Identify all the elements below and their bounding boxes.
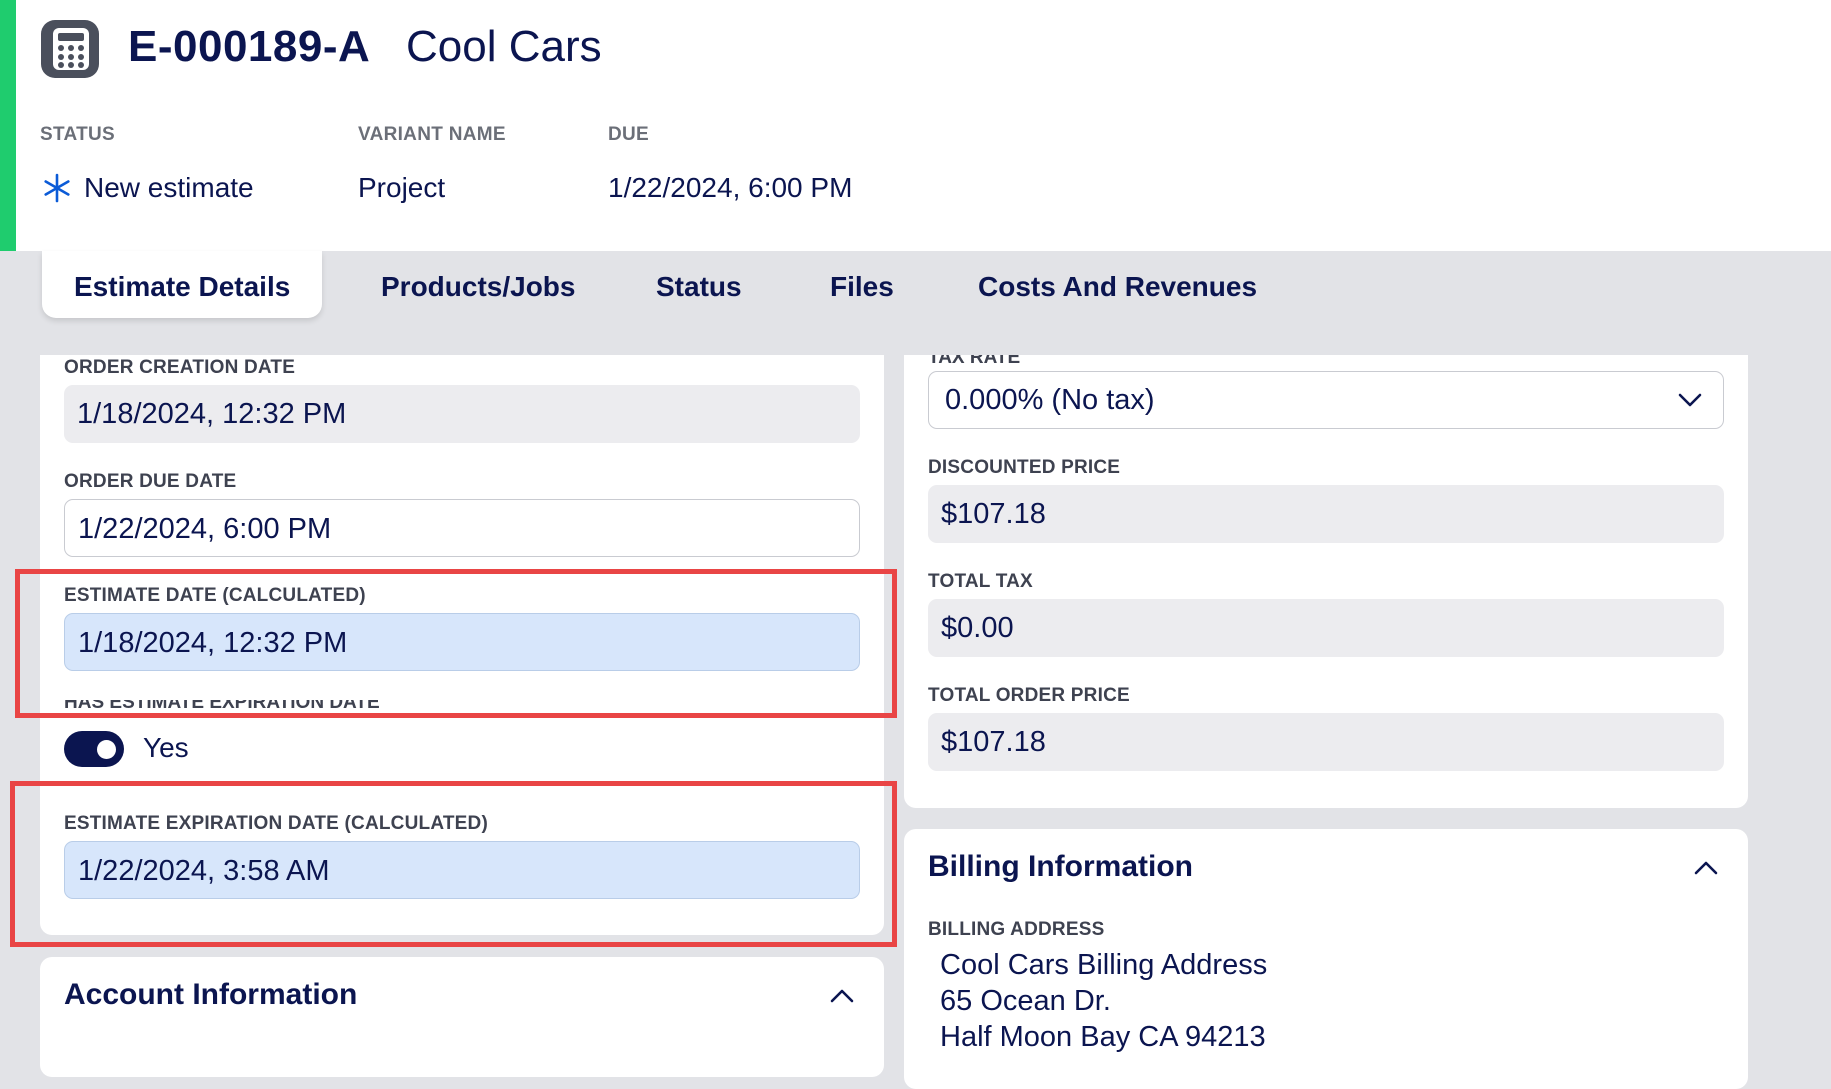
- tax-rate-select[interactable]: 0.000% (No tax): [928, 371, 1724, 429]
- order-creation-date-field: 1/18/2024, 12:32 PM: [64, 385, 860, 443]
- record-id: E-000189-A: [128, 22, 371, 71]
- calculator-icon: [41, 20, 99, 78]
- has-expiration-toggle[interactable]: [64, 731, 124, 767]
- chevron-up-icon[interactable]: [1693, 855, 1719, 881]
- status-value: New estimate: [42, 172, 254, 204]
- asterisk-icon: [44, 173, 70, 203]
- billing-address-label: BILLING ADDRESS: [928, 919, 1105, 940]
- billing-address-line: 65 Ocean Dr.: [940, 985, 1111, 1017]
- has-expiration-value: Yes: [143, 732, 189, 763]
- account-information-title: Account Information: [64, 978, 358, 1011]
- status-text: New estimate: [84, 172, 254, 203]
- discounted-price-field: $107.18: [928, 485, 1724, 543]
- tax-rate-selected-value: 0.000% (No tax): [945, 384, 1155, 416]
- status-label: STATUS: [40, 124, 115, 145]
- variant-name-value: Project: [358, 172, 446, 203]
- tab-estimate-details[interactable]: Estimate Details: [42, 251, 323, 318]
- due-label: DUE: [608, 124, 650, 145]
- tab-bar: Estimate Details Products/Jobs Status Fi…: [0, 251, 1831, 357]
- estimate-date-highlight: [15, 569, 897, 718]
- chevron-down-icon: [1678, 393, 1702, 407]
- billing-address-line: Half Moon Bay CA 94213: [940, 1021, 1266, 1053]
- tab-products-jobs[interactable]: Products/Jobs: [381, 251, 575, 318]
- account-information-card: [40, 957, 884, 1077]
- expiration-date-highlight: [10, 781, 897, 947]
- total-tax-label: TOTAL TAX: [928, 571, 1033, 592]
- status-accent-bar: [0, 0, 16, 251]
- order-due-date-label: ORDER DUE DATE: [64, 471, 237, 492]
- billing-information-title: Billing Information: [928, 850, 1193, 883]
- order-creation-date-label: ORDER CREATION DATE: [64, 357, 296, 378]
- total-order-price-label: TOTAL ORDER PRICE: [928, 685, 1130, 706]
- order-due-date-input[interactable]: 1/22/2024, 6:00 PM: [64, 499, 860, 557]
- record-header: E-000189-A Cool Cars STATUS New estimate…: [0, 0, 1831, 251]
- tab-status[interactable]: Status: [656, 251, 742, 318]
- variant-name-label: VARIANT NAME: [358, 124, 506, 145]
- tab-files[interactable]: Files: [830, 251, 894, 318]
- total-tax-field: $0.00: [928, 599, 1724, 657]
- due-value: 1/22/2024, 6:00 PM: [608, 172, 853, 203]
- record-name: Cool Cars: [406, 22, 602, 71]
- tax-rate-label: TAX RATE: [928, 355, 1020, 365]
- total-order-price-field: $107.18: [928, 713, 1724, 771]
- tab-costs-and-revenues[interactable]: Costs And Revenues: [978, 251, 1257, 318]
- discounted-price-label: DISCOUNTED PRICE: [928, 457, 1121, 478]
- billing-address-line: Cool Cars Billing Address: [940, 949, 1268, 981]
- chevron-up-icon[interactable]: [829, 983, 855, 1009]
